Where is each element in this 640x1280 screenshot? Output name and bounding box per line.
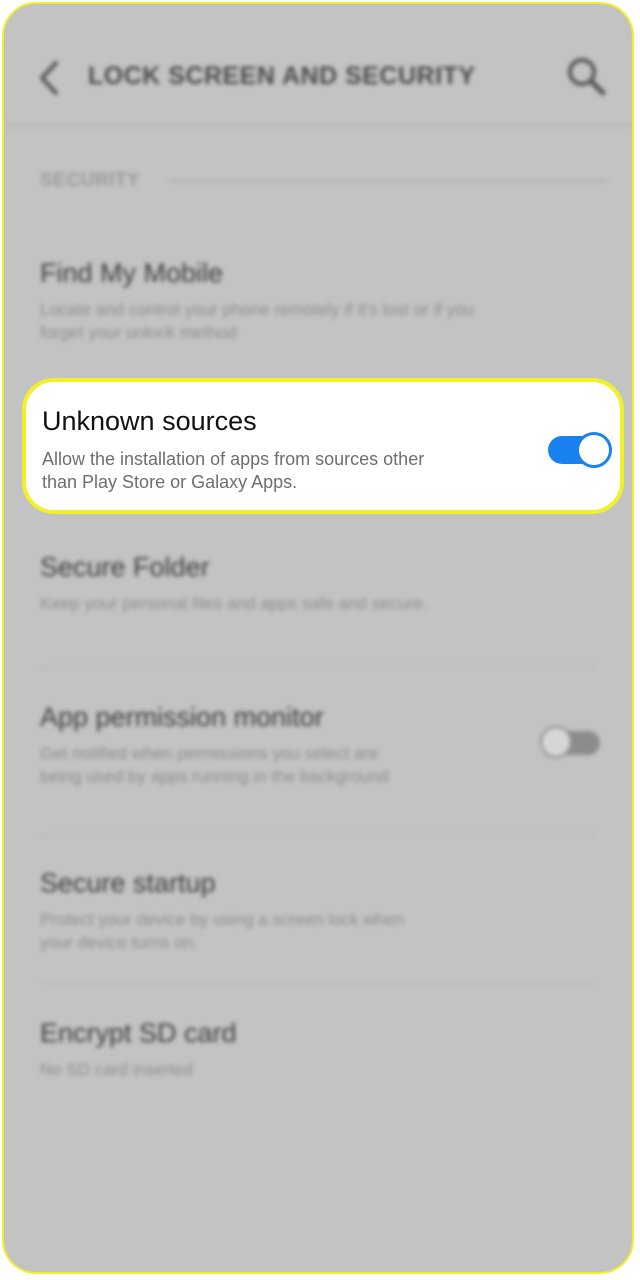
list-item-encrypt-sd-card[interactable]: Encrypt SD card No SD card inserted	[40, 1016, 596, 1081]
item-description: No SD card inserted	[40, 1060, 194, 1079]
list-divider	[40, 666, 596, 667]
item-title: App permission monitor	[40, 702, 324, 732]
app-bar: LOCK SCREEN AND SECURITY	[4, 4, 632, 126]
item-description: Locate and control your phone remotely i…	[40, 300, 475, 342]
item-description: Keep your personal files and apps safe a…	[40, 594, 428, 613]
list-divider	[40, 982, 596, 983]
list-item-find-my-mobile[interactable]: Find My Mobile Locate and control your p…	[40, 256, 596, 344]
item-title: Secure Folder	[40, 552, 210, 582]
unknown-sources-item[interactable]: Unknown sources Allow the installation o…	[22, 378, 624, 514]
list-divider	[40, 834, 596, 835]
list-item-secure-startup[interactable]: Secure startup Protect your device by us…	[40, 866, 596, 954]
page-title: LOCK SCREEN AND SECURITY	[88, 62, 476, 90]
chevron-left-icon[interactable]	[36, 60, 60, 96]
dimmed-background: LOCK SCREEN AND SECURITY SECURITY Find M…	[4, 4, 632, 1272]
section-header: SECURITY	[40, 170, 141, 191]
list-item-app-permission-monitor[interactable]: App permission monitor Get notified when…	[40, 700, 596, 788]
toggle-knob	[576, 432, 612, 468]
item-title: Find My Mobile	[40, 258, 224, 288]
item-description: Allow the installation of apps from sour…	[42, 449, 425, 492]
screen-frame: LOCK SCREEN AND SECURITY SECURITY Find M…	[2, 2, 634, 1274]
item-title: Encrypt SD card	[40, 1018, 237, 1048]
unknown-sources-toggle[interactable]	[546, 432, 612, 468]
item-title: Unknown sources	[42, 406, 257, 436]
section-divider	[168, 180, 608, 182]
search-icon[interactable]	[564, 54, 608, 98]
app-permission-monitor-toggle[interactable]	[540, 726, 602, 758]
item-description: Get notified when permissions you select…	[40, 744, 389, 786]
item-description: Protect your device by using a screen lo…	[40, 910, 404, 952]
list-item-secure-folder[interactable]: Secure Folder Keep your personal files a…	[40, 550, 596, 615]
item-title: Secure startup	[40, 868, 216, 898]
toggle-knob	[540, 726, 572, 758]
